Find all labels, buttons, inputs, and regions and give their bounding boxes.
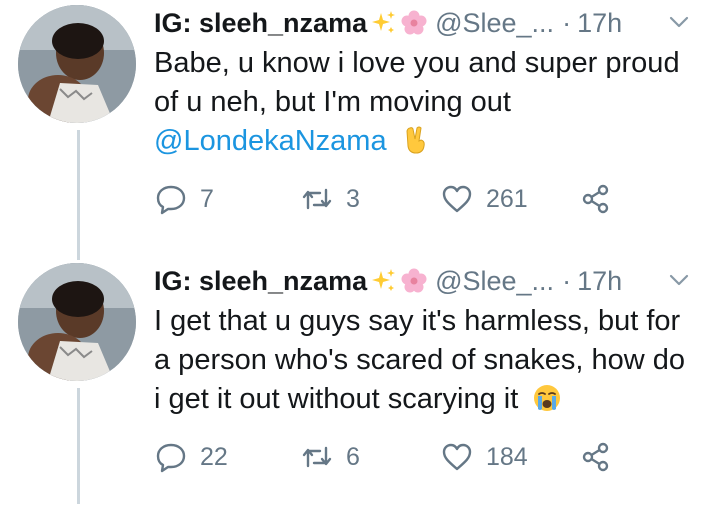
sparkles-icon [372,11,396,33]
tweet-text-line: a person who's scared of snakes, how do [154,344,686,376]
reply-button[interactable]: 22 [154,439,228,475]
tweet-text: Babe, u know i love you and super proud … [154,44,704,161]
avatar[interactable] [18,263,136,381]
reply-count: 7 [200,184,214,213]
like-count: 184 [486,442,528,471]
chevron-down-icon[interactable] [668,14,690,30]
chevron-down-icon[interactable] [668,272,690,288]
timestamp[interactable]: 17h [577,266,622,297]
like-button[interactable]: 184 [440,439,528,475]
retweet-button[interactable]: 6 [300,439,360,475]
tweet-actions: 7 3 261 [154,181,674,217]
reply-count: 22 [200,442,228,471]
share-icon [582,184,609,214]
avatar[interactable] [18,5,136,123]
share-button[interactable] [579,181,613,217]
display-name[interactable]: IG: sleeh_nzama [154,266,367,297]
reply-icon [156,443,186,473]
timestamp[interactable]: 17h [577,8,622,39]
retweet-count: 6 [346,442,360,471]
tweet-text: I get that u guys say it's harmless, but… [154,302,704,419]
retweet-icon [302,446,332,468]
sparkles-icon [372,269,396,291]
retweet-button[interactable]: 3 [300,181,360,217]
cherry-blossom-icon [401,268,427,293]
tweet-actions: 22 6 184 [154,439,674,475]
mention-link[interactable]: @LondekaNzama [154,125,387,157]
reply-icon [156,185,186,215]
retweet-count: 3 [346,184,360,213]
victory-hand-icon [406,126,425,154]
tweet-text-line: I get that u guys say it's harmless, but… [154,305,681,337]
retweet-icon [302,188,332,210]
share-icon [582,442,609,472]
user-handle[interactable]: @Slee_... [435,266,554,297]
tweet-text-line: Babe, u know i love you and super proud [154,47,680,79]
loudly-crying-face-icon [534,385,561,411]
share-button[interactable] [579,439,613,475]
heart-icon [442,185,472,213]
tweet[interactable]: IG: sleeh_nzama @Slee_... · 17h I get th… [0,258,720,508]
separator-dot: · [562,265,572,296]
like-count: 261 [486,184,528,213]
tweet[interactable]: IG: sleeh_nzama @Slee_... · 17h Babe, u … [0,0,720,250]
tweet-text-line: i get it out without scarying it [154,383,519,415]
separator-dot: · [562,7,572,38]
tweet-text-line: of u neh, but I'm moving out [154,86,511,118]
heart-icon [442,443,472,471]
display-name[interactable]: IG: sleeh_nzama [154,8,367,39]
user-handle[interactable]: @Slee_... [435,8,554,39]
reply-button[interactable]: 7 [154,181,214,217]
like-button[interactable]: 261 [440,181,528,217]
cherry-blossom-icon [401,10,427,35]
